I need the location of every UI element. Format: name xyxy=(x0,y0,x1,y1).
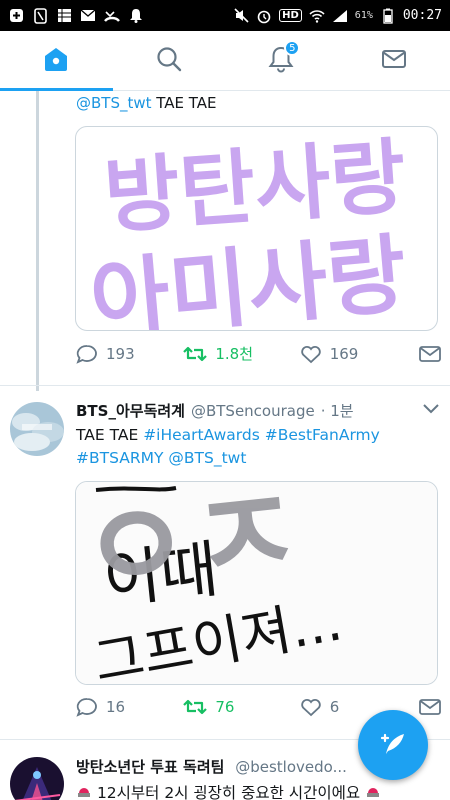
envelope-icon xyxy=(380,45,408,77)
mention-link[interactable]: @BTS_twt xyxy=(76,94,152,112)
tweet2-text-prefix: TAE TAE xyxy=(76,426,144,444)
display-name[interactable]: BTS_아무독려계 xyxy=(76,400,185,421)
reply-count: 16 xyxy=(106,698,126,716)
compose-tweet-button[interactable] xyxy=(358,710,428,780)
status-bar: HD 61% 00:27 xyxy=(0,0,450,31)
envelope-share-icon xyxy=(419,699,441,715)
top-tab-bar: 5 xyxy=(0,31,450,91)
retweet-button[interactable]: 76 xyxy=(183,697,299,717)
avatar[interactable] xyxy=(10,402,64,456)
tweet1-text-body: TAE TAE xyxy=(151,94,217,112)
retweet-count: 76 xyxy=(215,698,235,716)
retweet-count: 1.8천 xyxy=(215,345,254,363)
battery-percent: 61% xyxy=(354,10,373,21)
tab-search[interactable] xyxy=(113,31,226,90)
username[interactable]: @BTSencourage xyxy=(191,402,315,420)
like-count: 6 xyxy=(329,698,340,716)
avatar[interactable] xyxy=(10,757,64,800)
tweet2-image[interactable]: 이때 그프이져... ㅇㅈ xyxy=(75,481,438,685)
hashtag-link[interactable]: #BTSARMY xyxy=(76,449,163,467)
reply-count: 193 xyxy=(106,344,135,363)
status-right: HD 61% 00:27 xyxy=(233,8,442,24)
hashtag-link[interactable]: #iHeartAwards xyxy=(143,426,260,444)
tweet1-image-art: 방탄사랑 아미사랑 xyxy=(86,130,410,330)
search-icon xyxy=(155,45,183,77)
heart-icon xyxy=(300,699,321,717)
tweet-divider xyxy=(0,385,450,386)
like-button[interactable]: 169 xyxy=(300,344,419,364)
username[interactable]: @bestlovedo... xyxy=(235,758,347,776)
tweet2-image-mark: ㅇㅈ xyxy=(76,482,309,623)
avatar-image xyxy=(10,757,64,800)
notifications-badge: 5 xyxy=(284,40,301,56)
mention-link[interactable]: @BTS_twt xyxy=(168,449,246,467)
tweet2-header: BTS_아무독려계 @BTSencourage · 1분 xyxy=(76,400,441,421)
spreadsheet-notification-icon xyxy=(56,8,72,24)
display-name[interactable]: 방탄소년단 투표 독려팀 xyxy=(76,758,224,776)
reply-button[interactable]: 16 xyxy=(76,697,183,717)
siren-emoji-icon xyxy=(365,784,381,800)
bell-notification-icon xyxy=(128,8,144,24)
direct-message-button[interactable] xyxy=(419,345,441,363)
home-icon xyxy=(42,45,70,77)
tweet3-header: 방탄소년단 투표 독려팀 @bestlovedo... xyxy=(76,756,347,777)
tab-notifications[interactable]: 5 xyxy=(225,31,338,90)
clock: 00:27 xyxy=(402,8,442,23)
like-count: 169 xyxy=(329,344,359,363)
signal-icon xyxy=(332,8,348,24)
retweet-button[interactable]: 1.8천 xyxy=(183,343,299,364)
compose-feather-icon xyxy=(380,733,404,754)
tab-home[interactable] xyxy=(0,31,113,91)
tweet1-text: @BTS_twt TAE TAE xyxy=(76,94,217,112)
missed-call-icon xyxy=(104,8,120,24)
phone-notification-icon xyxy=(32,7,48,24)
tweet2-image-art: 이때 그프이져... ㅇㅈ xyxy=(76,482,437,684)
heart-icon xyxy=(300,345,321,363)
tweet3-text-body: 12시부터 2시 굉장히 중요한 시간이에요 xyxy=(96,784,361,800)
reply-icon xyxy=(76,344,97,364)
hashtag-link[interactable]: #BestFanArmy xyxy=(265,426,380,444)
tweet3-text: 12시부터 2시 굉장히 중요한 시간이에요 xyxy=(76,781,381,800)
direct-message-button[interactable] xyxy=(419,698,441,716)
mail-notification-icon xyxy=(80,8,96,24)
alarm-icon xyxy=(256,8,272,24)
envelope-share-icon xyxy=(419,345,441,362)
tab-messages[interactable] xyxy=(338,31,450,90)
reply-button[interactable]: 193 xyxy=(76,344,183,364)
thread-connector xyxy=(36,91,39,391)
chevron-down-icon[interactable] xyxy=(421,402,441,420)
timestamp: · 1분 xyxy=(320,402,354,420)
mute-icon xyxy=(233,8,249,24)
tweet2-text: TAE TAE #iHeartAwards #BestFanArmy #BTSA… xyxy=(76,424,436,470)
tweet1-actions: 193 1.8천 169 xyxy=(76,343,441,364)
wifi-icon xyxy=(309,8,325,24)
retweet-icon xyxy=(183,699,208,715)
siren-emoji-icon xyxy=(76,784,97,800)
hd-voice-icon: HD xyxy=(279,9,302,22)
add-notification-icon xyxy=(8,8,24,24)
avatar-image xyxy=(10,402,64,456)
reply-icon xyxy=(76,698,97,717)
battery-icon xyxy=(380,8,396,24)
retweet-icon xyxy=(183,346,208,361)
tweet1-image[interactable]: 방탄사랑 아미사랑 xyxy=(75,126,438,331)
status-left xyxy=(8,7,144,24)
timeline[interactable]: @BTS_twt TAE TAE 방탄사랑 아미사랑 193 1.8천 169 xyxy=(0,91,450,800)
